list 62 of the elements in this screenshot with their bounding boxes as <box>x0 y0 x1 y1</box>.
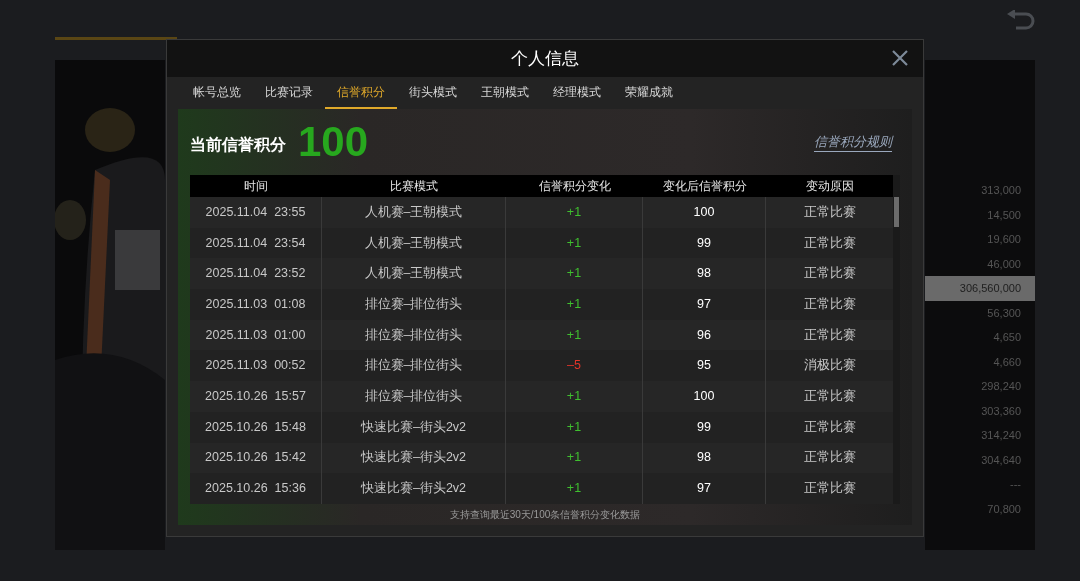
table-cell: +1 <box>506 289 643 320</box>
table-cell-text: 正常比赛 <box>802 265 857 283</box>
column-header: 变动原因 <box>804 178 855 195</box>
table-cell: 2025.11.04 23:55 <box>190 197 322 228</box>
dialog-title: 个人信息 <box>511 47 579 70</box>
table-cell-text: 消极比赛 <box>802 357 857 375</box>
table-cell: 2025.11.03 01:08 <box>190 289 322 320</box>
table-cell: 100 <box>643 197 766 228</box>
side-value: 306,560,000 <box>925 276 1035 301</box>
table-cell-text: 正常比赛 <box>802 296 857 314</box>
table-cell: +1 <box>506 381 643 412</box>
side-value: 46,000 <box>986 256 1022 272</box>
side-value: 314,240 <box>980 428 1022 443</box>
table-cell: 排位赛–排位街头 <box>322 381 506 412</box>
table-cell-text: 正常比赛 <box>802 418 857 436</box>
table-cell: 2025.10.26 15:48 <box>190 411 322 443</box>
table-cell: 人机赛–王朝模式 <box>322 197 506 228</box>
side-value: 313,000 <box>980 183 1022 198</box>
table-cell: 排位赛–排位街头 <box>322 289 506 320</box>
table-cell: 2025.10.26 15:57 <box>190 381 322 412</box>
table-cell: +1 <box>506 473 643 504</box>
table-cell: 2025.10.26 15:36 <box>190 473 322 504</box>
close-icon[interactable] <box>891 49 909 67</box>
rules-link[interactable]: 信誉积分规则 <box>814 131 892 153</box>
table-cell: 97 <box>643 473 766 504</box>
table-cell-text: 正常比赛 <box>802 449 857 467</box>
side-value: --- <box>1009 477 1022 492</box>
side-value: 19,600 <box>986 232 1022 247</box>
column-header: 时间 <box>243 178 269 195</box>
side-value: 4,660 <box>992 354 1022 370</box>
tab[interactable]: 比赛记录 <box>253 77 325 109</box>
table-cell: 99 <box>643 411 766 443</box>
side-value: 298,240 <box>980 379 1022 394</box>
tab[interactable]: 王朝模式 <box>469 77 541 109</box>
footer-note: 支持查询最近30天/100条信誉积分变化数据 <box>449 507 641 522</box>
column-header: 变化后信誉积分 <box>661 178 748 195</box>
table-cell: 100 <box>643 381 766 412</box>
side-value: 303,360 <box>980 403 1022 419</box>
table-cell-text: 正常比赛 <box>802 480 857 498</box>
table-cell: 97 <box>643 289 766 320</box>
table-cell: 快速比赛–街头2v2 <box>322 473 506 504</box>
score-label: 当前信誉积分 <box>190 135 286 155</box>
side-value: 14,500 <box>986 207 1022 223</box>
side-value: 304,640 <box>980 452 1022 468</box>
tab[interactable]: 荣耀成就 <box>613 77 685 109</box>
side-value: 70,800 <box>986 501 1022 517</box>
side-value: 56,300 <box>986 305 1022 321</box>
table-cell-text: 正常比赛 <box>802 326 857 344</box>
scrollbar-thumb[interactable] <box>894 197 899 227</box>
score-value: 100 <box>298 121 369 163</box>
tab[interactable]: 帐号总览 <box>181 77 253 109</box>
side-value: 4,650 <box>992 330 1022 345</box>
column-header: 比赛模式 <box>389 178 439 195</box>
table-cell: 快速比赛–街头2v2 <box>322 411 506 443</box>
tab[interactable]: 经理模式 <box>541 77 613 109</box>
table-cell-text: 正常比赛 <box>802 234 857 252</box>
table-cell: +1 <box>506 411 643 443</box>
tab[interactable]: 街头模式 <box>397 77 469 109</box>
column-header: 信誉积分变化 <box>537 178 612 195</box>
table-cell-text: 正常比赛 <box>802 203 857 221</box>
table-cell: +1 <box>506 197 643 228</box>
table-cell-text: 正常比赛 <box>802 388 857 406</box>
